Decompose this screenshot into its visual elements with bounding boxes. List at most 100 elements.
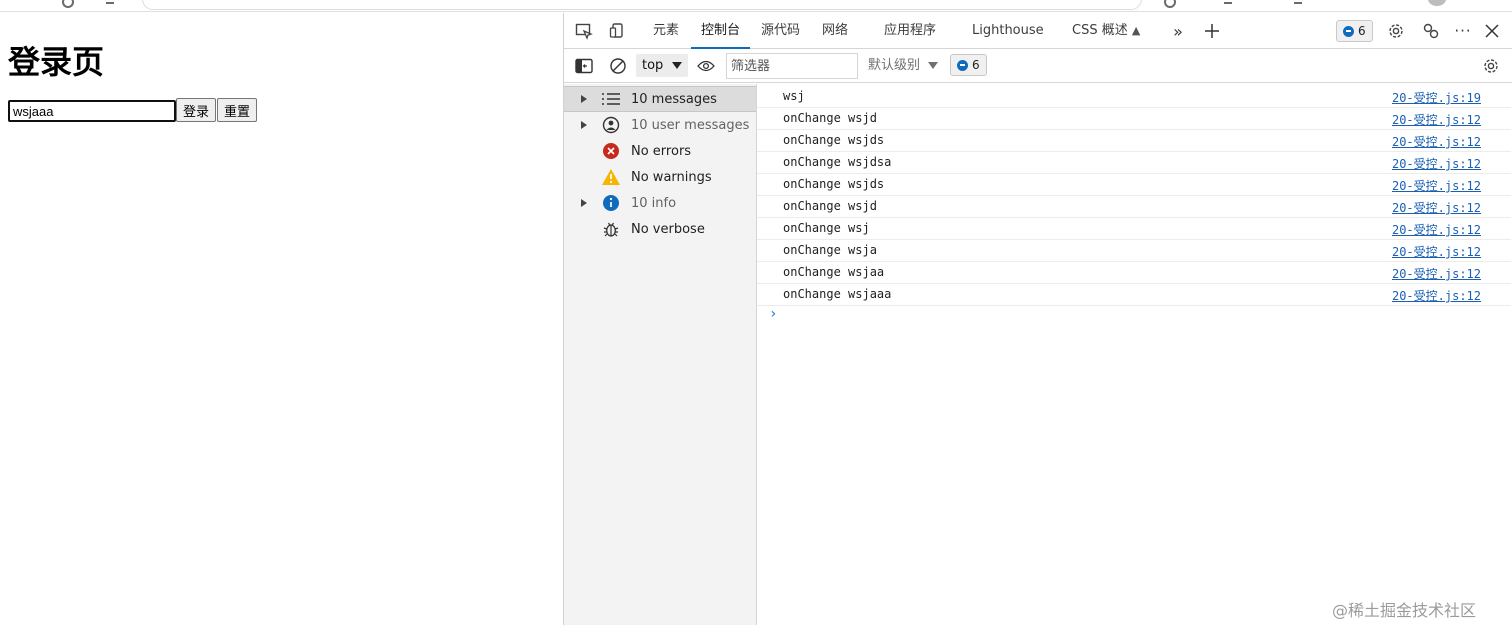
console-settings-gear-icon[interactable] [1481, 56, 1501, 76]
expand-arrow-icon[interactable] [581, 95, 587, 103]
context-selector[interactable]: top [636, 54, 688, 77]
sidebar-item-label: No warnings [631, 169, 712, 185]
console-sidebar: 10 messages 10 user messages No errors N… [564, 84, 757, 625]
filter-input[interactable] [726, 53, 858, 79]
customize-icon[interactable] [1421, 21, 1441, 41]
log-row: onChange wsj 20-受控.js:12 [757, 218, 1511, 240]
log-message: onChange wsjd [783, 111, 877, 125]
log-source-link[interactable]: 20-受控.js:12 [1392, 287, 1481, 304]
tab-lighthouse[interactable]: Lighthouse [972, 13, 1044, 49]
close-icon[interactable] [1482, 21, 1502, 41]
log-message: onChange wsjd [783, 199, 877, 213]
tab-console[interactable]: 控制台 [691, 13, 751, 49]
login-button[interactable]: 登录 [176, 98, 217, 122]
tab-application[interactable]: 应用程序 [884, 13, 936, 49]
sidebar-item-info[interactable]: 10 info [564, 190, 756, 216]
devtools-tabbar: 元素 控制台 源代码 网络 应用程序 Lighthouse CSS 概述 ▲ »… [564, 13, 1512, 49]
list-icon [601, 89, 621, 109]
log-message: wsj [783, 89, 805, 103]
chevron-down-icon [672, 62, 682, 69]
settings-gear-icon[interactable] [1386, 21, 1406, 41]
share-icon[interactable] [1294, 0, 1302, 4]
tab-sources[interactable]: 源代码 [761, 13, 800, 49]
log-message: onChange wsjds [783, 133, 885, 147]
browser-toolbar [0, 0, 1512, 12]
watermark: @稀土掘金技术社区 [1332, 601, 1477, 620]
flask-icon: ▲ [1131, 24, 1141, 37]
console-prompt[interactable]: › [769, 306, 777, 322]
log-row: onChange wsjd 20-受控.js:12 [757, 196, 1511, 218]
log-message: onChange wsj [783, 221, 870, 235]
sidebar-item-warnings[interactable]: No warnings [564, 164, 756, 190]
log-row: onChange wsjds 20-受控.js:12 [757, 130, 1511, 152]
sidebar-toggle-icon[interactable] [574, 56, 594, 76]
expand-arrow-icon[interactable] [581, 199, 587, 207]
message-icon [957, 59, 968, 71]
tab-elements[interactable]: 元素 [653, 13, 679, 49]
page-title: 登录页 [8, 43, 105, 81]
issues-badge[interactable]: 6 [1336, 20, 1373, 42]
eye-icon[interactable] [696, 56, 716, 76]
log-source-link[interactable]: 20-受控.js:12 [1392, 199, 1481, 216]
sidebar-item-errors[interactable]: No errors [564, 138, 756, 164]
log-row: wsj 20-受控.js:19 [757, 86, 1511, 108]
log-message: onChange wsjdsa [783, 155, 892, 169]
add-tab-icon[interactable] [1202, 21, 1222, 41]
sidebar-item-label: 10 user messages [631, 117, 750, 133]
log-row: onChange wsja 20-受控.js:12 [757, 240, 1511, 262]
tab-network[interactable]: 网络 [822, 13, 848, 49]
log-source-link[interactable]: 20-受控.js:12 [1392, 133, 1481, 150]
message-icon [1343, 25, 1354, 37]
extension-icon[interactable] [106, 0, 114, 4]
more-options-icon[interactable]: ··· [1453, 21, 1473, 41]
log-message: onChange wsjaaa [783, 287, 892, 301]
log-row: onChange wsjaaa 20-受控.js:12 [757, 284, 1511, 306]
log-levels-label: 默认级别 [868, 58, 921, 73]
expand-arrow-icon[interactable] [581, 121, 587, 129]
warning-icon [601, 167, 621, 187]
collections-icon[interactable] [1224, 0, 1232, 4]
address-bar[interactable] [142, 0, 1142, 10]
log-message: onChange wsjaa [783, 265, 885, 279]
inspect-icon[interactable] [574, 21, 594, 41]
user-icon [601, 115, 621, 135]
more-tabs-icon[interactable]: » [1168, 21, 1188, 41]
sidebar-item-label: 10 messages [631, 91, 717, 107]
info-icon [601, 193, 621, 213]
log-source-link[interactable]: 20-受控.js:12 [1392, 177, 1481, 194]
log-levels-dropdown[interactable]: 默认级别 [868, 49, 939, 83]
log-source-link[interactable]: 20-受控.js:12 [1392, 243, 1481, 260]
log-row: onChange wsjds 20-受控.js:12 [757, 174, 1511, 196]
device-emulation-icon[interactable] [608, 21, 628, 41]
log-source-link[interactable]: 20-受控.js:12 [1392, 155, 1481, 172]
profile-avatar[interactable] [1428, 0, 1446, 6]
web-page: 登录页 登录 重置 [0, 13, 563, 625]
sidebar-item-user-messages[interactable]: 10 user messages [564, 112, 756, 138]
log-source-link[interactable]: 20-受控.js:12 [1392, 221, 1481, 238]
log-source-link[interactable]: 20-受控.js:12 [1392, 111, 1481, 128]
sidebar-item-label: No verbose [631, 221, 705, 237]
issues-count: 6 [1358, 24, 1366, 38]
favorites-icon[interactable] [1164, 0, 1176, 8]
tab-css-overview[interactable]: CSS 概述 ▲ [1072, 13, 1140, 49]
log-row: onChange wsjaa 20-受控.js:12 [757, 262, 1511, 284]
level-issues-count: 6 [972, 58, 980, 72]
reset-button[interactable]: 重置 [217, 98, 258, 122]
bug-icon [601, 219, 621, 239]
clear-console-icon[interactable] [608, 56, 628, 76]
level-issues-badge[interactable]: 6 [950, 54, 987, 76]
sidebar-item-label: 10 info [631, 195, 677, 211]
devtools-panel: 元素 控制台 源代码 网络 应用程序 Lighthouse CSS 概述 ▲ »… [563, 13, 1512, 625]
log-message: onChange wsja [783, 243, 877, 257]
log-source-link[interactable]: 20-受控.js:12 [1392, 265, 1481, 282]
username-input[interactable] [8, 100, 176, 122]
refresh-icon[interactable] [62, 0, 74, 8]
log-message: onChange wsjds [783, 177, 885, 191]
sidebar-item-verbose[interactable]: No verbose [564, 216, 756, 242]
log-source-link[interactable]: 20-受控.js:19 [1392, 89, 1481, 106]
console-toolbar: top 默认级别 6 [564, 49, 1512, 83]
context-value: top [642, 58, 664, 73]
console-output: wsj 20-受控.js:19 onChange wsjd 20-受控.js:12 … [757, 84, 1512, 625]
sidebar-item-messages[interactable]: 10 messages [564, 86, 756, 112]
log-row: onChange wsjd 20-受控.js:12 [757, 108, 1511, 130]
